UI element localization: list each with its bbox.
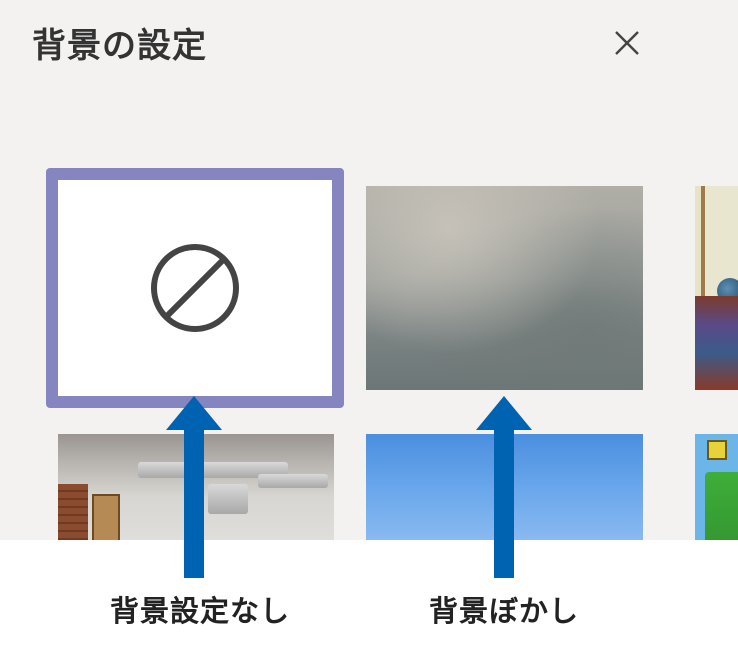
green-block-graphic: [705, 472, 738, 540]
bookshelf-graphic: [695, 296, 738, 390]
block-game-background-tile[interactable]: [695, 434, 738, 540]
panel-title: 背景の設定: [32, 26, 207, 66]
blur-background-tile[interactable]: [366, 186, 643, 390]
no-entry-icon: [151, 244, 239, 332]
no-background-caption: 背景設定なし: [109, 594, 290, 628]
sun-block-graphic: [707, 440, 727, 460]
blur-background-caption: 背景ぼかし: [428, 594, 579, 628]
background-settings-panel: 背景の設定: [0, 0, 738, 540]
classroom-background-tile[interactable]: [695, 186, 738, 390]
arrow-up-icon: [476, 396, 532, 578]
no-background-tile[interactable]: [46, 168, 344, 408]
close-button[interactable]: [608, 24, 646, 62]
duct-graphic: [258, 474, 328, 488]
arrow-up-icon: [166, 396, 222, 578]
window-graphic: [92, 494, 120, 540]
close-icon: [615, 31, 639, 55]
brick-wall-graphic: [58, 484, 88, 540]
